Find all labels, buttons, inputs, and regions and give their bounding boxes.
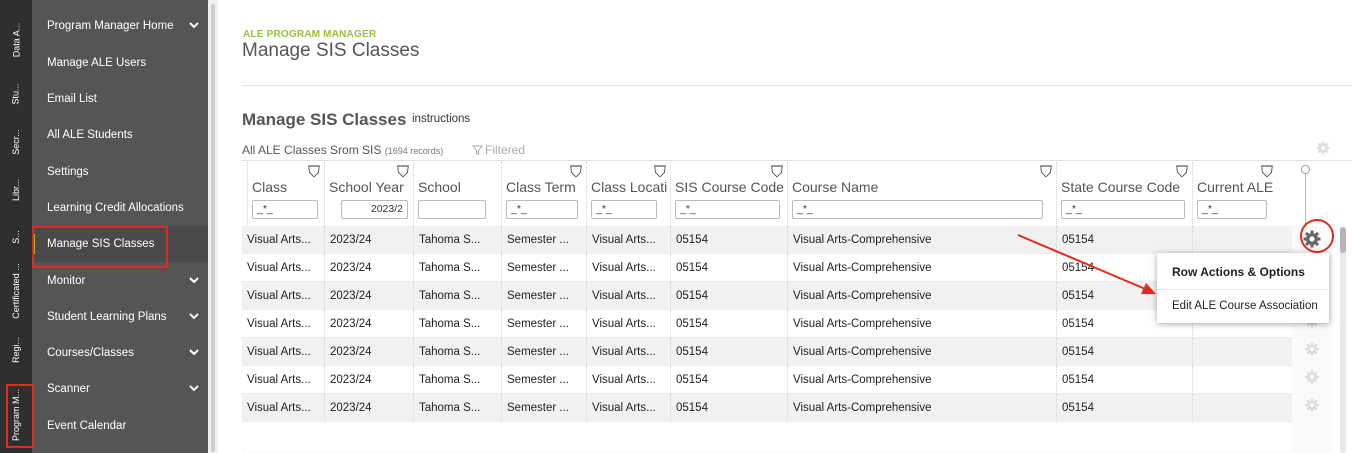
sidebar-item-settings[interactable]: Settings [32,154,208,190]
sidebar-item-event-calendar[interactable]: Event Calendar [32,408,208,444]
menu-divider [1157,289,1329,290]
sidebar-item-label: Courses/Classes [47,347,134,359]
column-header-class-term[interactable]: ⛉ Class Term _*_ [501,162,586,226]
column-header-school-year[interactable]: ⛉ School Year 2023/2 [324,162,413,226]
column-header-class-location[interactable]: ⛉ Class Location _*_ [586,162,670,226]
column-resize-line [1305,174,1306,224]
grid-scrollbar[interactable] [1340,227,1346,453]
vtab-registrar[interactable]: Regi... [0,330,32,370]
table-row-partial[interactable] [242,422,1316,453]
column-header-class[interactable]: ⛉ Class _*_ [247,162,324,226]
sidebar-item-label: Event Calendar [47,420,127,432]
column-header-course-name[interactable]: ⛉ Course Name _*_ [787,162,1056,226]
filter-input-current-ale[interactable]: _*_ [1197,200,1267,219]
section-title: Manage SIS Classes [242,110,407,129]
filter-input-class-term[interactable]: _*_ [506,200,578,219]
vtab-data[interactable]: Data A... [0,12,32,68]
column-header-school[interactable]: School [413,162,492,226]
sidebar-item-label: Student Learning Plans [47,311,167,323]
table-row[interactable]: Visual Arts... 2023/24 Tahoma S... Semes… [242,394,1316,422]
table-row[interactable]: Visual Arts... 2023/24 Tahoma S... Semes… [242,310,1316,338]
sidebar-item-learning-credit-allocations[interactable]: Learning Credit Allocations [32,190,208,226]
chevron-down-icon [189,313,199,320]
filter-input-class[interactable]: _*_ [252,200,318,219]
grid-caption: All ALE Classes Srom SIS (1694 records) [242,143,443,157]
sidebar-item-label: Email List [47,93,97,105]
grid-settings-gear-icon[interactable] [1316,141,1330,155]
sidebar-item-email-list[interactable]: Email List [32,81,208,117]
row-actions-gear-icon[interactable] [1304,397,1320,413]
sidebar-item-scanner[interactable]: Scanner [32,371,208,407]
table-row[interactable]: Visual Arts... 2023/24 Tahoma S... Semes… [242,254,1316,282]
row-actions-menu: Row Actions & Options Edit ALE Course As… [1157,253,1329,323]
filter-input-state-course-code[interactable]: _*_ [1061,200,1185,219]
sidebar-scrollbar[interactable] [208,0,218,453]
highlight-circle-gear [1300,219,1334,253]
app-label: ALE PROGRAM MANAGER [243,29,377,40]
table-row[interactable]: Visual Arts... 2023/24 Tahoma S... Semes… [242,366,1316,394]
sidebar-item-label: All ALE Students [47,129,133,141]
filter-input-school[interactable] [418,200,486,219]
sidebar-item-label: Scanner [47,383,90,395]
page-title: Manage SIS Classes [242,40,420,61]
sidebar-item-manage-ale-users[interactable]: Manage ALE Users [32,45,208,81]
sidebar-item-student-learning-plans[interactable]: Student Learning Plans [32,299,208,335]
sidebar-item-label: Manage ALE Users [47,57,147,69]
caption-rule [242,160,1352,161]
highlight-box-program-manager-tab [6,384,34,448]
filter-status-label: Filtered [485,143,526,157]
column-header-sis-course-code[interactable]: ⛉ SIS Course Code _*_ [670,162,787,226]
row-actions-gear-icon[interactable] [1304,369,1320,385]
filter-input-class-location[interactable]: _*_ [591,200,657,219]
row-actions-gear-icon[interactable] [1304,341,1320,357]
sidebar-item-label: Learning Credit Allocations [47,202,184,214]
table-row[interactable]: Visual Arts... 2023/24 Tahoma S... Semes… [242,226,1316,254]
column-resize-handle[interactable] [1301,165,1310,174]
instructions-link[interactable]: instructions [412,113,470,125]
menu-item-edit-ale-course-association[interactable]: Edit ALE Course Association [1172,300,1318,312]
menu-title: Row Actions & Options [1172,265,1305,279]
filtered-indicator[interactable]: Filtered [471,143,526,157]
sidebar-item-program-manager-home[interactable]: Program Manager Home [32,8,208,44]
sidebar-item-label: Settings [47,166,89,178]
vtab-library[interactable]: Libr... [0,168,32,212]
sidebar-item-label: Monitor [47,275,86,287]
chevron-down-icon [189,349,199,356]
sidebar-item-monitor[interactable]: Monitor [32,263,208,299]
column-header-state-course-code[interactable]: ⛉ State Course Code _*_ [1056,162,1192,226]
scrollbar-thumb[interactable] [211,4,215,452]
grid-caption-title: All ALE Classes Srom SIS [242,143,382,157]
filter-input-course-name[interactable]: _*_ [792,200,1043,219]
record-count: (1694 records) [384,146,444,156]
sidebar-item-courses-classes[interactable]: Courses/Classes [32,335,208,371]
table-row[interactable]: Visual Arts... 2023/24 Tahoma S... Semes… [242,338,1316,366]
highlight-box-manage-sis-classes [32,226,168,268]
sidebar-item-all-ale-students[interactable]: All ALE Students [32,117,208,153]
chevron-down-icon [189,385,199,392]
filter-input-sis-course-code[interactable]: _*_ [675,200,780,219]
table-row[interactable]: Visual Arts... 2023/24 Tahoma S... Semes… [242,282,1316,310]
vtab-certificated[interactable]: Certificated ... [0,258,32,324]
sidebar-item-label: Program Manager Home [47,20,174,32]
vtab-secretary[interactable]: Secr... [0,120,32,164]
filter-icon [471,145,484,156]
filter-input-school-year[interactable]: 2023/2 [341,200,408,219]
main-content: ALE PROGRAM MANAGER Manage SIS Classes M… [218,0,1352,453]
vtab-students[interactable]: Stu... [0,74,32,114]
divider [242,85,1352,86]
chevron-down-icon [189,277,199,284]
app-window: Data A... Stu... Secr... Libr... S... Ce… [0,0,1352,453]
chevron-down-icon [189,22,199,29]
column-header-current-ale[interactable]: ⛉ Current ALE _*_ [1192,162,1277,226]
scrollbar-thumb[interactable] [1340,227,1346,253]
vtab-s[interactable]: S... [0,222,32,252]
